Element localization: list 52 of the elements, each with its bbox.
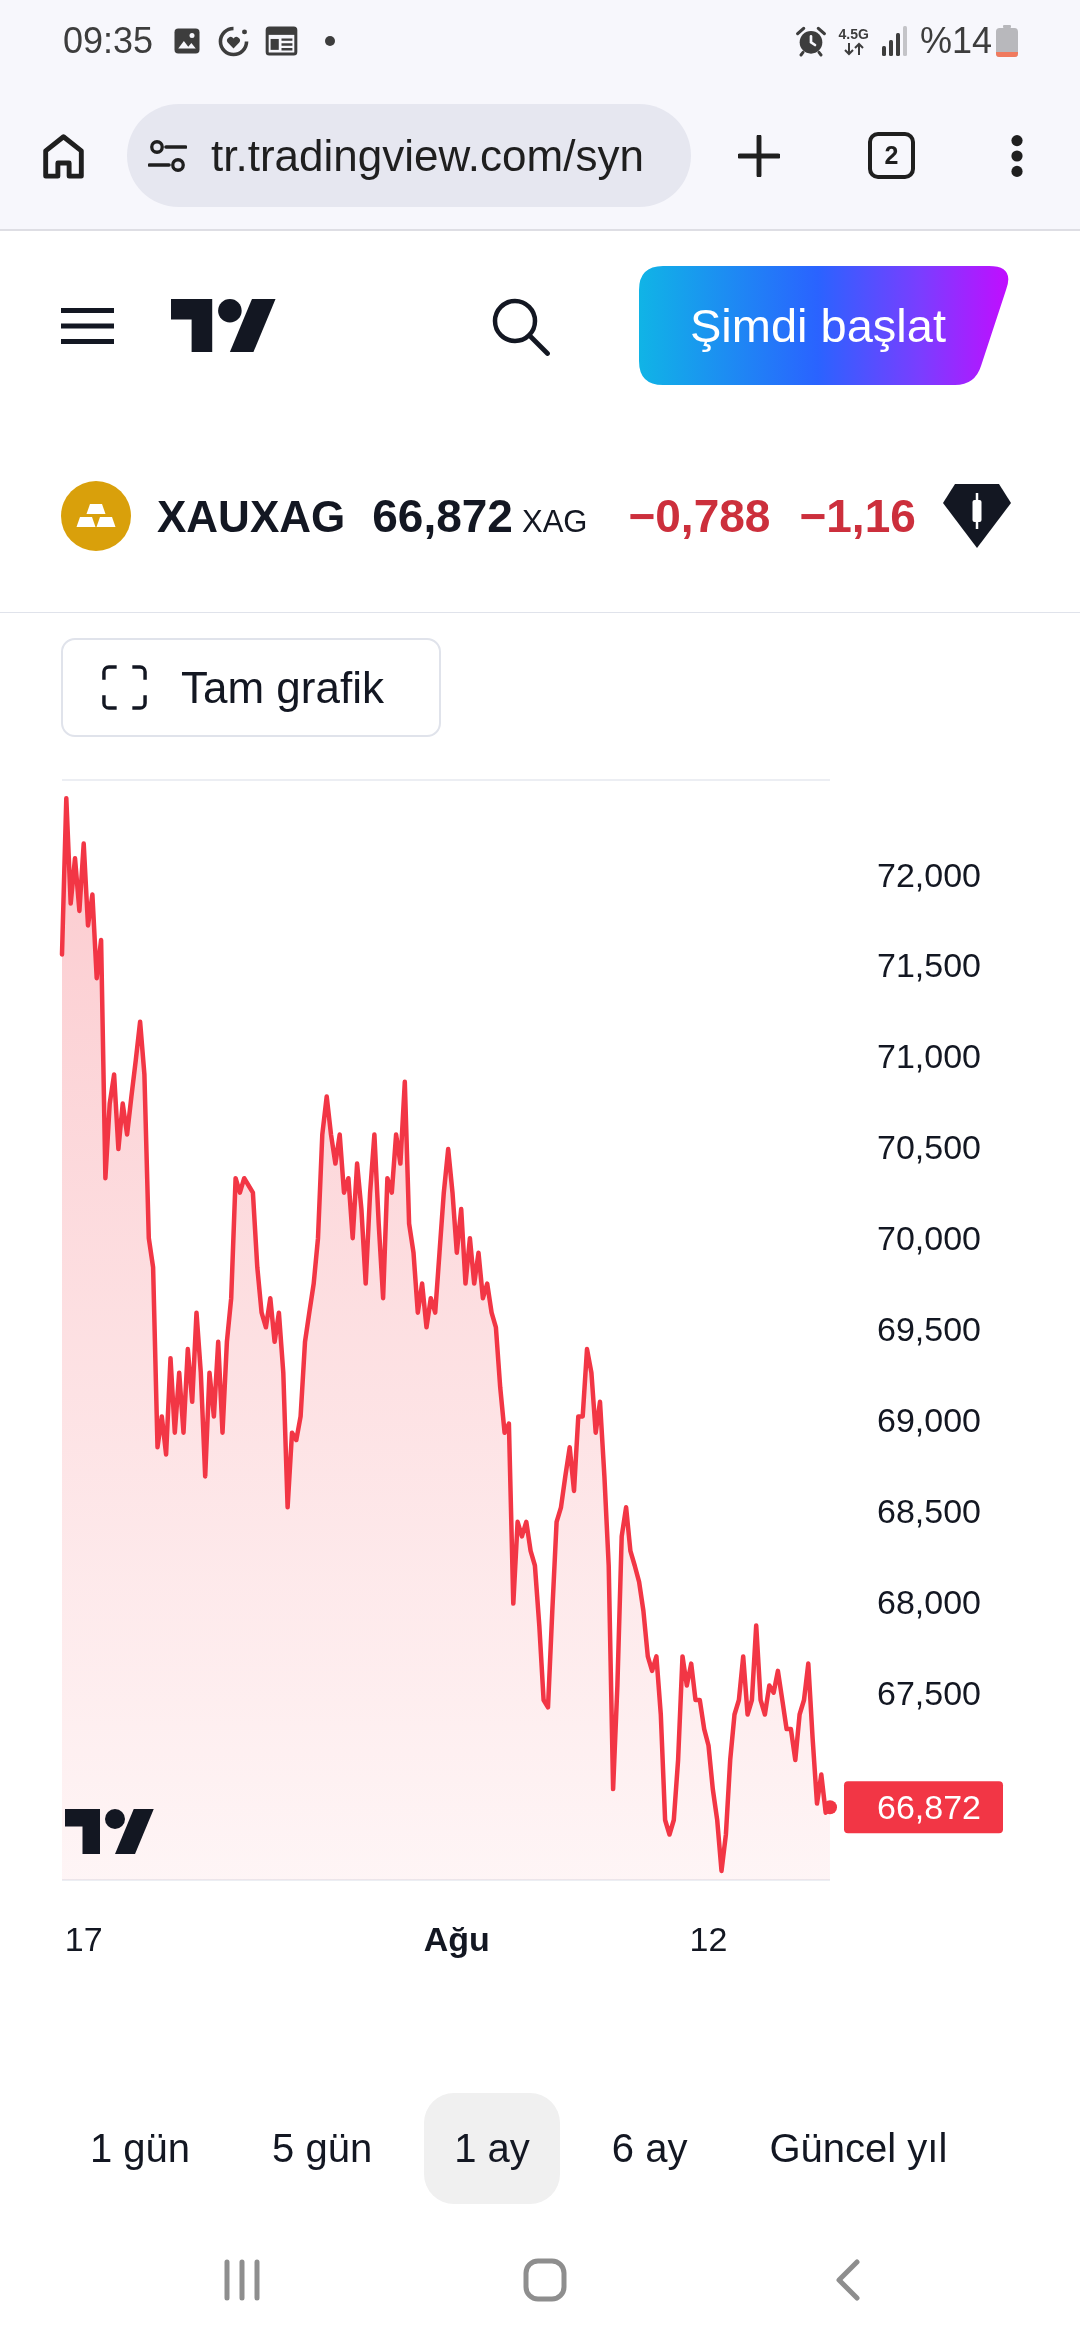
- percent-change: −1,16: [799, 489, 916, 543]
- home-icon[interactable]: [41, 132, 86, 179]
- start-button[interactable]: Şimdi başlat: [639, 266, 1011, 385]
- alarm-icon: [794, 25, 827, 57]
- full-chart-button[interactable]: Tam grafik: [61, 638, 441, 737]
- range-tab[interactable]: 6 ay: [581, 2093, 718, 2204]
- x-axis-label: 17: [64, 1920, 103, 1958]
- price-change: −0,788: [628, 489, 771, 543]
- range-tab[interactable]: 1 gün: [60, 2093, 221, 2204]
- range-tab[interactable]: 1 ay: [424, 2093, 560, 2204]
- more-icon[interactable]: [1010, 134, 1024, 177]
- menu-icon[interactable]: [61, 307, 114, 344]
- y-axis-label: 72,000: [877, 855, 981, 894]
- back-icon[interactable]: [834, 2259, 861, 2301]
- notification-dot-icon: [325, 36, 336, 46]
- y-axis-label: 69,500: [877, 1310, 981, 1349]
- y-axis-label: 71,000: [877, 1037, 981, 1076]
- gallery-icon: [172, 26, 203, 56]
- y-axis-label: 68,500: [877, 1491, 981, 1530]
- battery-percent: %14: [919, 20, 992, 62]
- price-tag: 66,872: [844, 1781, 1003, 1834]
- last-point-marker: [823, 1800, 837, 1815]
- logo-icon: [65, 1809, 154, 1854]
- home-nav-icon[interactable]: [522, 2258, 567, 2302]
- currency-code: XAG: [521, 504, 588, 540]
- fullscreen-icon: [101, 664, 148, 711]
- logo-icon[interactable]: [171, 299, 277, 352]
- y-axis-label: 68,000: [877, 1582, 981, 1621]
- clock-time: 09:35: [63, 20, 154, 62]
- signal-icon: [880, 26, 908, 56]
- range-tab[interactable]: Güncel yıl: [739, 2093, 978, 2204]
- x-axis-label: Ağu: [423, 1920, 490, 1958]
- ingot-stack-icon: [61, 481, 131, 551]
- y-axis-label: 70,000: [877, 1219, 981, 1258]
- heart-circle-icon: [217, 24, 251, 58]
- y-axis-label: 70,500: [877, 1128, 981, 1167]
- tab-count-button[interactable]: 2: [868, 132, 915, 179]
- last-price: 66,872: [372, 489, 513, 543]
- x-axis-label: 12: [689, 1920, 728, 1958]
- newspaper-icon: [265, 26, 299, 56]
- candle-diamond-icon: [942, 483, 1012, 549]
- plus-icon[interactable]: [738, 134, 780, 177]
- battery-icon: [996, 25, 1018, 57]
- recents-icon[interactable]: [222, 2259, 261, 2301]
- address-bar[interactable]: tr.tradingview.com/syn: [127, 104, 691, 207]
- range-tab[interactable]: 5 gün: [242, 2093, 403, 2204]
- site-settings-icon[interactable]: [148, 138, 187, 173]
- symbol-name: XAUXAG: [157, 492, 346, 542]
- y-axis-label: 69,000: [877, 1401, 981, 1439]
- network-type: 4.5G: [838, 26, 869, 41]
- y-axis-label: 67,500: [877, 1673, 981, 1712]
- y-axis-label: 71,500: [877, 946, 981, 985]
